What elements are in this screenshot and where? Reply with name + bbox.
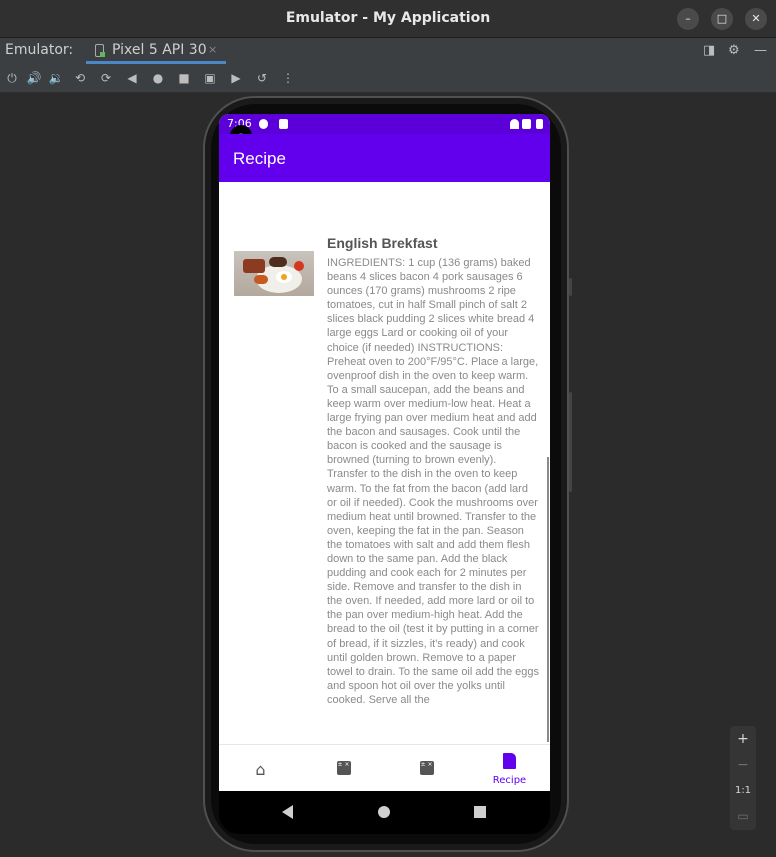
notification-icon — [259, 119, 268, 129]
system-recents-icon[interactable] — [474, 806, 486, 818]
signal-icon — [522, 119, 531, 129]
window-title: Emulator - My Application — [285, 10, 491, 26]
hide-panel-icon[interactable]: — — [754, 43, 767, 58]
device-screen: 7:06 Recipe English Brekfast INGREDIENTS… — [219, 114, 550, 791]
sim-icon — [279, 119, 288, 129]
fit-screen-icon[interactable]: ▭ — [730, 809, 756, 823]
system-home-icon[interactable] — [378, 806, 390, 818]
overview-icon[interactable]: ■ — [176, 71, 192, 85]
more-icon[interactable]: ⋮ — [280, 71, 296, 85]
status-line — [0, 852, 776, 857]
screenshot-icon[interactable]: ▣ — [202, 71, 218, 85]
egg-shape — [276, 271, 292, 283]
sausage-shape — [269, 257, 287, 267]
rotate-left-icon[interactable]: ⟲ — [72, 71, 88, 85]
nav-item-home[interactable]: ⌂ — [219, 745, 302, 791]
reset-icon[interactable]: ↺ — [254, 71, 270, 85]
layout-icon[interactable]: ◨ — [703, 43, 715, 58]
tomato-shape — [294, 261, 304, 271]
rotate-right-icon[interactable]: ⟳ — [98, 71, 114, 85]
power-side-button — [569, 278, 572, 296]
volume-side-button — [569, 392, 572, 492]
recipe-title[interactable]: English Brekfast — [327, 235, 437, 251]
zoom-out-button[interactable]: − — [730, 757, 756, 773]
nav-label-recipe: Recipe — [492, 775, 527, 786]
emulator-label: Emulator: — [5, 42, 74, 58]
volume-up-icon[interactable]: 🔊 — [26, 71, 42, 85]
home-icon[interactable]: ● — [150, 71, 166, 85]
tab-pixel5[interactable]: Pixel 5 API 30 × — [86, 38, 226, 64]
calculator-icon — [302, 760, 385, 779]
app-bar: Recipe — [219, 134, 550, 182]
volume-down-icon[interactable]: 🔉 — [48, 71, 64, 85]
recipe-description: INGREDIENTS: 1 cup (136 grams) baked bea… — [327, 257, 539, 706]
window-titlebar: Emulator - My Application – □ ✕ — [0, 0, 776, 38]
minimize-button[interactable]: – — [677, 8, 699, 30]
device-icon — [95, 44, 105, 57]
status-bar: 7:06 — [219, 114, 550, 134]
nav-item-calculator-2[interactable] — [385, 745, 468, 791]
recipe-thumbnail[interactable] — [234, 251, 314, 296]
zoom-in-button[interactable]: + — [730, 731, 756, 747]
system-back-icon[interactable] — [282, 805, 293, 819]
record-icon[interactable]: ▶ — [228, 71, 244, 85]
emulator-toolbar — [0, 64, 776, 93]
bacon-shape — [243, 259, 265, 273]
wifi-icon — [510, 119, 519, 129]
recipe-list[interactable]: English Brekfast INGREDIENTS: 1 cup (136… — [219, 182, 550, 744]
nav-item-calculator-1[interactable] — [302, 745, 385, 791]
home-icon: ⌂ — [255, 760, 266, 779]
scrollbar[interactable] — [547, 457, 549, 742]
zoom-controls: + − 1:1 ▭ — [730, 726, 756, 830]
calculator-icon — [385, 760, 468, 779]
tab-close-icon[interactable]: × — [208, 43, 217, 56]
app-title: Recipe — [233, 149, 286, 168]
bottom-navigation: ⌂ Recipe — [219, 744, 550, 791]
beans-shape — [254, 275, 268, 284]
close-button[interactable]: ✕ — [745, 8, 767, 30]
zoom-ratio-button[interactable]: 1:1 — [730, 785, 756, 796]
gear-icon[interactable]: ⚙ — [728, 43, 740, 58]
maximize-button[interactable]: □ — [711, 8, 733, 30]
power-icon[interactable]: ⏻ — [4, 71, 20, 86]
system-navigation-bar — [219, 791, 550, 834]
tab-label: Pixel 5 API 30 — [112, 42, 207, 58]
emulator-tabbar: Emulator: Pixel 5 API 30 × — [0, 38, 776, 64]
document-icon — [468, 753, 550, 773]
back-icon[interactable]: ◀ — [124, 71, 140, 85]
nav-item-recipe[interactable]: Recipe — [468, 745, 550, 791]
battery-icon — [536, 119, 543, 129]
